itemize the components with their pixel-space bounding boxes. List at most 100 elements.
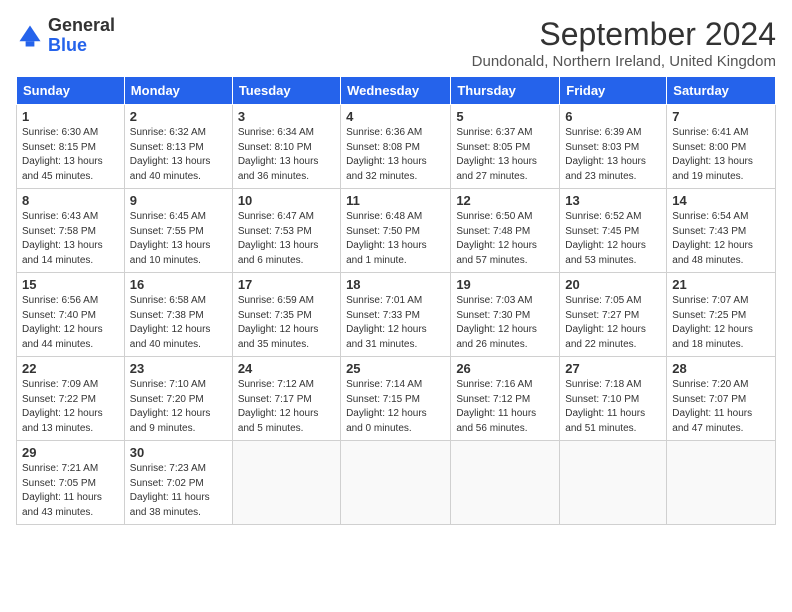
day-number: 3 [238, 109, 335, 124]
table-row: 20 Sunrise: 7:05 AMSunset: 7:27 PMDayligh… [560, 273, 667, 357]
day-info: Sunrise: 6:59 AMSunset: 7:35 PMDaylight:… [238, 294, 335, 352]
col-saturday: Saturday [667, 77, 776, 105]
table-row: 17 Sunrise: 6:59 AMSunset: 7:35 PMDayligh… [232, 273, 340, 357]
day-info: Sunrise: 6:58 AMSunset: 7:38 PMDaylight:… [130, 294, 227, 352]
page-header: General Blue September 2024 Dundonald, N… [16, 16, 776, 70]
logo: General Blue [16, 16, 115, 56]
day-info: Sunrise: 6:48 AMSunset: 7:50 PMDaylight:… [346, 210, 445, 268]
day-info: Sunrise: 6:52 AMSunset: 7:45 PMDaylight:… [565, 210, 661, 268]
table-row [341, 441, 451, 525]
day-number: 28 [672, 361, 770, 376]
location-subtitle: Dundonald, Northern Ireland, United King… [472, 53, 776, 70]
table-row: 15 Sunrise: 6:56 AMSunset: 7:40 PMDayligh… [17, 273, 125, 357]
day-number: 20 [565, 277, 661, 292]
logo-icon [16, 22, 44, 50]
table-row: 19 Sunrise: 7:03 AMSunset: 7:30 PMDayligh… [451, 273, 560, 357]
table-row: 28 Sunrise: 7:20 AMSunset: 7:07 PMDayligh… [667, 357, 776, 441]
table-row: 10 Sunrise: 6:47 AMSunset: 7:53 PMDayligh… [232, 189, 340, 273]
day-number: 25 [346, 361, 445, 376]
day-number: 6 [565, 109, 661, 124]
day-info: Sunrise: 7:23 AMSunset: 7:02 PMDaylight:… [130, 462, 227, 520]
day-info: Sunrise: 7:16 AMSunset: 7:12 PMDaylight:… [456, 378, 554, 436]
table-row: 27 Sunrise: 7:18 AMSunset: 7:10 PMDayligh… [560, 357, 667, 441]
table-row: 5Sunrise: 6:37 AMSunset: 8:05 PMDaylight… [451, 105, 560, 189]
calendar-week-row: 29Sunrise: 7:21 AMSunset: 7:05 PMDayligh… [17, 441, 776, 525]
day-info: Sunrise: 6:56 AMSunset: 7:40 PMDaylight:… [22, 294, 119, 352]
day-number: 9 [130, 193, 227, 208]
day-info: Sunrise: 7:03 AMSunset: 7:30 PMDaylight:… [456, 294, 554, 352]
day-info: Sunrise: 6:54 AMSunset: 7:43 PMDaylight:… [672, 210, 770, 268]
day-info: Sunrise: 7:14 AMSunset: 7:15 PMDaylight:… [346, 378, 445, 436]
day-number: 21 [672, 277, 770, 292]
table-row [232, 441, 340, 525]
day-number: 1 [22, 109, 119, 124]
day-info: Sunrise: 7:10 AMSunset: 7:20 PMDaylight:… [130, 378, 227, 436]
day-number: 22 [22, 361, 119, 376]
day-number: 18 [346, 277, 445, 292]
day-number: 30 [130, 445, 227, 460]
table-row: 2 Sunrise: 6:32 AMSunset: 8:13 PMDaylight… [124, 105, 232, 189]
day-number: 4 [346, 109, 445, 124]
day-number: 23 [130, 361, 227, 376]
table-row: 22 Sunrise: 7:09 AMSunset: 7:22 PMDayligh… [17, 357, 125, 441]
table-row: 23 Sunrise: 7:10 AMSunset: 7:20 PMDayligh… [124, 357, 232, 441]
day-info: Sunrise: 7:18 AMSunset: 7:10 PMDaylight:… [565, 378, 661, 436]
day-info: Sunrise: 6:45 AMSunset: 7:55 PMDaylight:… [130, 210, 227, 268]
col-tuesday: Tuesday [232, 77, 340, 105]
day-number: 19 [456, 277, 554, 292]
table-row: 12 Sunrise: 6:50 AMSunset: 7:48 PMDayligh… [451, 189, 560, 273]
table-row: 11 Sunrise: 6:48 AMSunset: 7:50 PMDayligh… [341, 189, 451, 273]
day-info: Sunrise: 6:47 AMSunset: 7:53 PMDaylight:… [238, 210, 335, 268]
day-number: 26 [456, 361, 554, 376]
day-info: Sunrise: 7:09 AMSunset: 7:22 PMDaylight:… [22, 378, 119, 436]
table-row: 3 Sunrise: 6:34 AMSunset: 8:10 PMDaylight… [232, 105, 340, 189]
month-title: September 2024 [472, 16, 776, 53]
day-info: Sunrise: 7:21 AMSunset: 7:05 PMDaylight:… [22, 462, 119, 520]
day-info: Sunrise: 6:41 AMSunset: 8:00 PMDaylight:… [672, 126, 770, 184]
table-row: 6 Sunrise: 6:39 AMSunset: 8:03 PMDaylight… [560, 105, 667, 189]
day-number: 16 [130, 277, 227, 292]
day-number: 10 [238, 193, 335, 208]
day-number: 11 [346, 193, 445, 208]
logo-text: General Blue [48, 16, 115, 56]
table-row: 25 Sunrise: 7:14 AMSunset: 7:15 PMDayligh… [341, 357, 451, 441]
day-info: Sunrise: 7:01 AMSunset: 7:33 PMDaylight:… [346, 294, 445, 352]
calendar-week-row: 1Sunrise: 6:30 AMSunset: 8:15 PMDaylight… [17, 105, 776, 189]
day-info: Sunrise: 6:32 AMSunset: 8:13 PMDaylight:… [130, 126, 227, 184]
day-info: Sunrise: 6:37 AMSunset: 8:05 PMDaylight:… [456, 126, 554, 184]
table-row: 21 Sunrise: 7:07 AMSunset: 7:25 PMDayligh… [667, 273, 776, 357]
table-row: 29Sunrise: 7:21 AMSunset: 7:05 PMDayligh… [17, 441, 125, 525]
day-info: Sunrise: 7:07 AMSunset: 7:25 PMDaylight:… [672, 294, 770, 352]
table-row: 18 Sunrise: 7:01 AMSunset: 7:33 PMDayligh… [341, 273, 451, 357]
table-row [451, 441, 560, 525]
day-number: 2 [130, 109, 227, 124]
day-number: 17 [238, 277, 335, 292]
col-sunday: Sunday [17, 77, 125, 105]
table-row [667, 441, 776, 525]
day-number: 13 [565, 193, 661, 208]
table-row: 1Sunrise: 6:30 AMSunset: 8:15 PMDaylight… [17, 105, 125, 189]
col-friday: Friday [560, 77, 667, 105]
col-thursday: Thursday [451, 77, 560, 105]
table-row: 7 Sunrise: 6:41 AMSunset: 8:00 PMDaylight… [667, 105, 776, 189]
table-row: 4 Sunrise: 6:36 AMSunset: 8:08 PMDaylight… [341, 105, 451, 189]
day-info: Sunrise: 6:39 AMSunset: 8:03 PMDaylight:… [565, 126, 661, 184]
day-number: 7 [672, 109, 770, 124]
day-number: 15 [22, 277, 119, 292]
day-info: Sunrise: 6:36 AMSunset: 8:08 PMDaylight:… [346, 126, 445, 184]
day-info: Sunrise: 7:05 AMSunset: 7:27 PMDaylight:… [565, 294, 661, 352]
calendar-table: Sunday Monday Tuesday Wednesday Thursday… [16, 76, 776, 525]
day-info: Sunrise: 7:12 AMSunset: 7:17 PMDaylight:… [238, 378, 335, 436]
calendar-week-row: 22 Sunrise: 7:09 AMSunset: 7:22 PMDayligh… [17, 357, 776, 441]
table-row: 16 Sunrise: 6:58 AMSunset: 7:38 PMDayligh… [124, 273, 232, 357]
day-info: Sunrise: 7:20 AMSunset: 7:07 PMDaylight:… [672, 378, 770, 436]
day-info: Sunrise: 6:34 AMSunset: 8:10 PMDaylight:… [238, 126, 335, 184]
table-row: 9 Sunrise: 6:45 AMSunset: 7:55 PMDaylight… [124, 189, 232, 273]
table-row: 14Sunrise: 6:54 AMSunset: 7:43 PMDayligh… [667, 189, 776, 273]
day-number: 12 [456, 193, 554, 208]
table-row: 24 Sunrise: 7:12 AMSunset: 7:17 PMDayligh… [232, 357, 340, 441]
calendar-header-row: Sunday Monday Tuesday Wednesday Thursday… [17, 77, 776, 105]
day-info: Sunrise: 6:50 AMSunset: 7:48 PMDaylight:… [456, 210, 554, 268]
day-number: 27 [565, 361, 661, 376]
day-number: 24 [238, 361, 335, 376]
